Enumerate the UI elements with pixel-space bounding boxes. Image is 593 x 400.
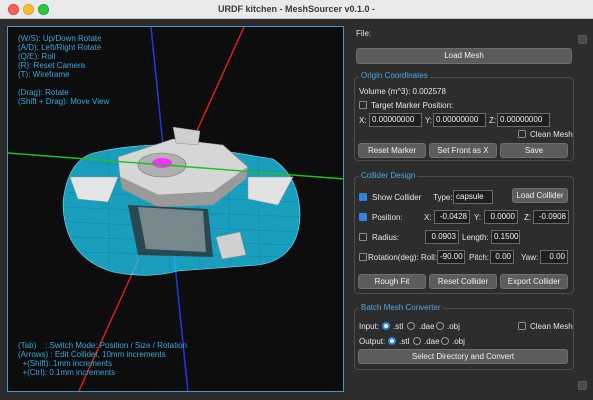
pitch-label: Pitch: <box>469 253 490 262</box>
marker-z-label: Z: <box>489 116 497 125</box>
reset-marker-button[interactable]: Reset Marker <box>358 143 426 158</box>
radius-label: Radius: <box>372 233 400 242</box>
target-marker-checkbox[interactable] <box>359 101 367 109</box>
rough-fit-button[interactable]: Rough Fit <box>358 274 426 289</box>
input-obj-radio[interactable] <box>436 322 444 330</box>
pitch-field[interactable]: 0.00 <box>490 250 514 264</box>
input-dae-label: .dae <box>419 322 435 331</box>
origin-coordinates-title: Origin Coordinates <box>359 71 430 80</box>
volume-label: Volume (m^3): 0.002578 <box>359 87 446 96</box>
input-stl-radio[interactable] <box>382 322 390 330</box>
export-collider-button[interactable]: Export Collider <box>500 274 568 289</box>
viewport-help-controls: (W/S): Up/Down Rotate (A/D): Left/Right … <box>18 34 110 106</box>
rotation-mode-checkbox[interactable] <box>359 253 367 261</box>
show-collider-checkbox[interactable] <box>359 193 367 201</box>
3d-viewport[interactable]: (W/S): Up/Down Rotate (A/D): Left/Right … <box>7 26 344 392</box>
output-obj-radio[interactable] <box>441 337 449 345</box>
input-obj-label: .obj <box>447 322 460 331</box>
target-marker-label: Target Marker Position: <box>371 101 454 110</box>
radius-mode-checkbox[interactable] <box>359 233 367 241</box>
marker-y-label: Y: <box>425 116 433 125</box>
collider-design-title: Collider Design <box>359 171 418 180</box>
output-stl-radio[interactable] <box>388 337 396 345</box>
load-mesh-button[interactable]: Load Mesh <box>356 48 572 64</box>
scroll-up-arrow[interactable] <box>578 35 587 44</box>
panel-scrollbar[interactable] <box>576 33 586 388</box>
output-format-label: Output: <box>359 337 386 346</box>
marker-y-field[interactable]: 0.00000000 <box>433 113 486 127</box>
output-dae-radio[interactable] <box>413 337 421 345</box>
set-front-as-x-button[interactable]: Set Front as X <box>429 143 497 158</box>
position-label: Position: <box>372 213 403 222</box>
input-dae-radio[interactable] <box>407 322 415 330</box>
position-x-label: X: <box>424 213 432 222</box>
collider-type-label: Type: <box>433 193 453 202</box>
select-directory-convert-button[interactable]: Select Directory and Convert <box>358 349 568 364</box>
length-label: Length: <box>462 233 489 242</box>
position-z-field[interactable]: -0.0908 <box>533 210 569 224</box>
output-stl-label: .stl <box>399 337 410 346</box>
input-format-label: Input: <box>359 322 380 331</box>
batch-clean-mesh-label: Clean Mesh <box>530 322 573 331</box>
scroll-down-arrow[interactable] <box>578 381 587 390</box>
radius-field[interactable]: 0.0903 <box>425 230 459 244</box>
position-y-field[interactable]: 0.0000 <box>484 210 518 224</box>
yaw-field[interactable]: 0.00 <box>540 250 568 264</box>
position-y-label: Y: <box>474 213 482 222</box>
collider-type-select[interactable]: capsule <box>453 190 493 204</box>
marker-z-field[interactable]: 0.00000000 <box>497 113 550 127</box>
input-stl-label: .stl <box>393 322 404 331</box>
marker-x-label: X: <box>359 116 367 125</box>
viewport-help-edit: (Tab) : Switch Mode: Position / Size / R… <box>18 341 187 377</box>
clean-mesh-checkbox[interactable] <box>518 130 526 138</box>
marker-x-field[interactable]: 0.00000000 <box>369 113 422 127</box>
clean-mesh-label: Clean Mesh <box>530 130 573 139</box>
position-x-field[interactable]: -0.0428 <box>434 210 470 224</box>
position-z-label: Z: <box>524 213 532 222</box>
length-field[interactable]: 0.1500 <box>491 230 520 244</box>
show-collider-label: Show Collider <box>372 193 422 202</box>
roll-label: Roll: <box>421 253 438 262</box>
yaw-label: Yaw: <box>521 253 539 262</box>
position-mode-checkbox[interactable] <box>359 213 367 221</box>
target-marker <box>152 158 172 168</box>
rotation-label: Rotation(deg): <box>368 253 419 262</box>
title-bar: URDF kitchen - MeshSourcer v0.1.0 - <box>0 0 593 19</box>
roll-field[interactable]: -90.00 <box>437 250 465 264</box>
window-title: URDF kitchen - MeshSourcer v0.1.0 - <box>217 4 376 14</box>
reset-collider-button[interactable]: Reset Collider <box>429 274 497 289</box>
load-collider-button[interactable]: Load Collider <box>512 188 568 203</box>
save-button[interactable]: Save <box>500 143 568 158</box>
output-dae-label: .dae <box>424 337 440 346</box>
batch-converter-title: Batch Mesh Converter <box>359 303 443 312</box>
batch-clean-mesh-checkbox[interactable] <box>518 322 526 330</box>
file-label: File: <box>356 29 372 38</box>
output-obj-label: .obj <box>452 337 465 346</box>
